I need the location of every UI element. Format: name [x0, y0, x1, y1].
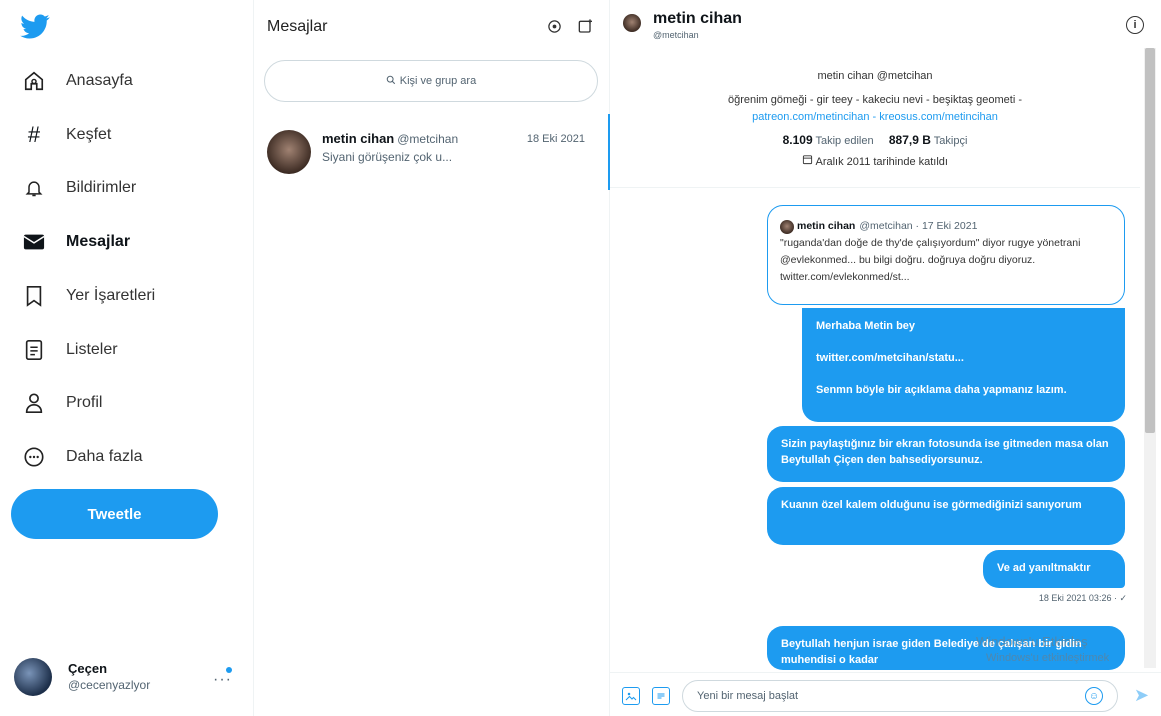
search-icon [386, 75, 396, 88]
avatar [780, 219, 794, 234]
profile-links[interactable]: patreon.com/metincihan - kreosus.com/met… [610, 111, 1140, 123]
nav-notifications[interactable]: Bildirimler [10, 166, 148, 210]
quoted-tweet[interactable]: metin cihan @metcihan · 17 Eki 2021 "rug… [767, 205, 1125, 305]
chat-header: metin cihan @metcihan i [610, 0, 1161, 48]
search-input[interactable]: Kişi ve grup ara [264, 60, 598, 102]
profile-bio: öğrenim gömeği - gir teey - kakeciu nevi… [727, 94, 1023, 106]
profile-name-line: metin cihan @metcihan [817, 70, 933, 82]
message-bubble[interactable]: Ve ad yanıltmaktır [983, 550, 1125, 588]
nav-label-home: Anasayfa [66, 72, 133, 89]
quoted-name: metin cihan [797, 220, 856, 232]
nav-bookmarks[interactable]: Yer İşaretleri [10, 274, 167, 318]
following-label: Takip edilen [815, 135, 874, 147]
conversation-name: metin cihan [322, 131, 395, 146]
nav-label-bookmarks: Yer İşaretleri [66, 287, 156, 304]
image-icon[interactable] [622, 687, 640, 705]
scrollbar[interactable] [1144, 48, 1156, 668]
bell-icon [22, 176, 46, 200]
nav-label-notifications: Bildirimler [66, 179, 137, 196]
envelope-icon [22, 230, 46, 254]
message-link[interactable]: twitter.com/metcihan/statu... [816, 350, 1111, 366]
send-icon[interactable]: ➤ [1134, 685, 1149, 706]
nav-lists[interactable]: Listeler [10, 328, 130, 372]
message-bubble[interactable]: Merhaba Metin bey twitter.com/metcihan/s… [802, 308, 1125, 422]
settings-icon[interactable] [544, 16, 564, 36]
info-icon[interactable]: i [1126, 16, 1144, 34]
followers-label: Takipçi [933, 135, 968, 147]
hashtag-icon: # [27, 122, 41, 147]
account-switcher[interactable]: Çeçen @cecenyazlyor ··· [14, 651, 240, 703]
message-bubble[interactable]: Sizin paylaştığınız bir ekran fotosunda … [767, 426, 1125, 482]
nav-label-messages: Mesajlar [66, 233, 131, 250]
home-icon [22, 69, 46, 93]
conversation-date: 18 Eki 2021 [526, 133, 585, 145]
calendar-icon [802, 155, 815, 168]
joined-date: Aralık 2011 tarihinde katıldı [610, 154, 1140, 168]
primary-nav: Anasayfa # Keşfet Bildirimler Mesajlar Y… [0, 0, 254, 716]
message-line: Merhaba Metin bey [816, 320, 916, 332]
avatar [267, 130, 311, 174]
conversation-title: metin cihan @metcihan [322, 131, 458, 146]
list-icon [22, 338, 46, 362]
message-bubble[interactable]: Kuanın özel kalem olduğunu ise görmediği… [767, 487, 1125, 545]
followers-count: 887,9 B [888, 133, 931, 147]
nav-label-lists: Listeler [66, 341, 118, 358]
nav-explore[interactable]: # Keşfet [10, 113, 123, 157]
page-title: Mesajlar [267, 18, 328, 35]
chat-panel: metin cihan @metcihan i metin cihan @met… [610, 0, 1161, 716]
new-message-icon[interactable] [576, 16, 596, 36]
nav-label-explore: Keşfet [66, 126, 112, 143]
windows-activation-watermark: Windows'u Etkinleş Windows'u etkinleştir… [976, 634, 1161, 666]
nav-label-more: Daha fazla [66, 448, 143, 465]
profile-summary: metin cihan @metcihan öğrenim gömeği - g… [610, 48, 1140, 188]
message-timestamp: 18 Eki 2021 03:26 · ✓ [1038, 593, 1127, 603]
message-composer: Yeni bir mesaj başlat ☺ ➤ [610, 672, 1161, 716]
conversation-handle: @metcihan [397, 132, 459, 146]
watermark-line: Windows'u etkinleştirmek [986, 652, 1110, 664]
nav-messages[interactable]: Mesajlar [10, 220, 142, 264]
avatar[interactable] [623, 14, 641, 32]
nav-home[interactable]: Anasayfa [10, 59, 145, 103]
account-handle: @cecenyazlyor [68, 678, 151, 692]
chat-name[interactable]: metin cihan [653, 10, 742, 28]
nav-more[interactable]: Daha fazla [10, 435, 155, 479]
joined-text: Aralık 2011 tarihinde katıldı [815, 156, 948, 168]
more-circle-icon [22, 445, 46, 469]
emoji-icon[interactable]: ☺ [1085, 687, 1103, 705]
quoted-meta: @metcihan · 17 Eki 2021 [859, 220, 978, 232]
message-input[interactable]: Yeni bir mesaj başlat ☺ [682, 680, 1118, 712]
scrollbar-thumb[interactable] [1145, 48, 1155, 433]
message-line: Senmn böyle bir açıklama daha yapmanız l… [816, 384, 1067, 396]
chat-handle: @metcihan [653, 30, 699, 40]
message-input-placeholder: Yeni bir mesaj başlat [697, 690, 799, 702]
search-placeholder: Kişi ve grup ara [399, 75, 477, 87]
account-name: Çeçen [68, 661, 108, 676]
bookmark-icon [22, 284, 46, 308]
more-horizontal-icon: ··· [213, 671, 232, 688]
conversation-preview: Siyani görüşeniz çok u... [322, 150, 453, 164]
person-icon [22, 391, 46, 415]
conversation-item[interactable]: metin cihan @metcihan 18 Eki 2021 Siyani … [254, 114, 610, 190]
gif-icon[interactable] [652, 687, 670, 705]
conversation-list: Mesajlar Kişi ve grup ara metin cihan @me… [254, 0, 610, 716]
nav-profile[interactable]: Profil [10, 381, 114, 425]
following-count: 8.109 [782, 133, 813, 147]
profile-stats: 8.109 Takip edilen 887,9 B Takipçi [610, 133, 1140, 147]
nav-label-profile: Profil [66, 394, 103, 411]
tweet-button[interactable]: Tweetle [11, 489, 218, 539]
twitter-logo-icon[interactable] [20, 14, 50, 40]
watermark-line: Windows'u Etkinleş [976, 634, 1088, 649]
quoted-text: "ruganda'dan doğe de thy'de çalışıyordum… [780, 237, 1081, 283]
avatar [14, 658, 52, 696]
